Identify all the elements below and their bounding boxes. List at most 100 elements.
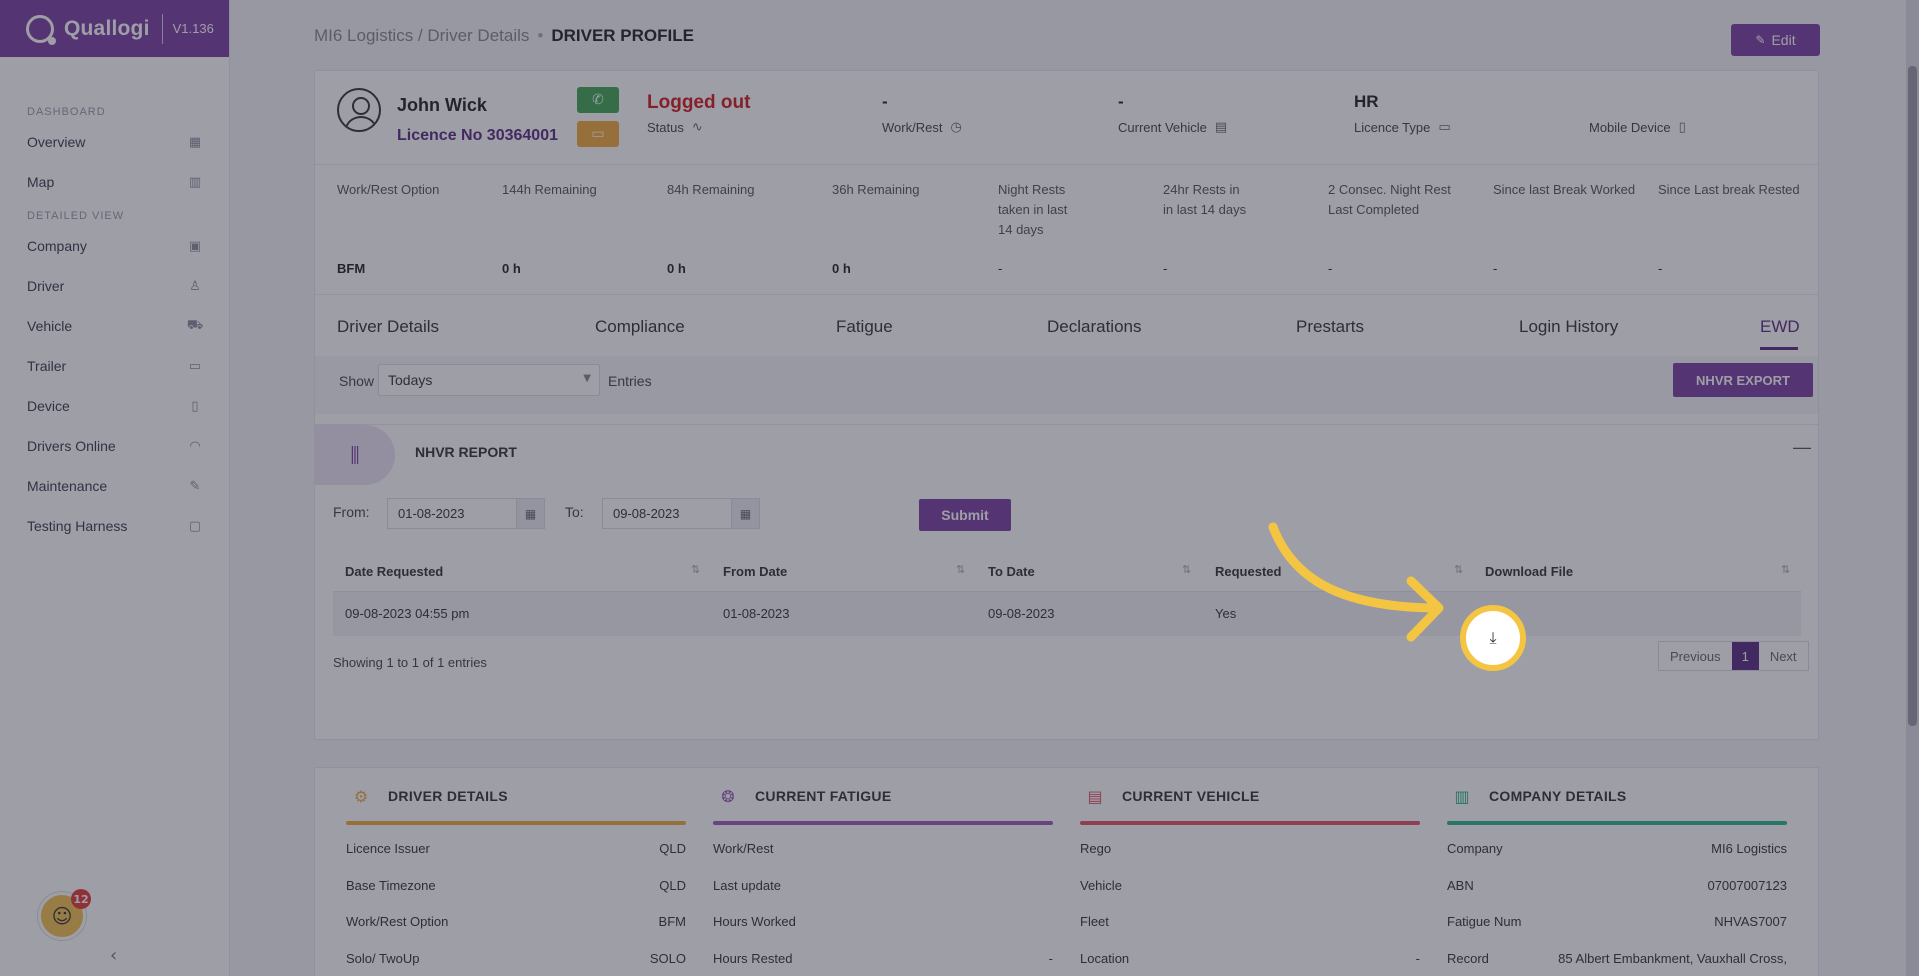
calendar-icon[interactable]: ▦ — [517, 498, 545, 529]
fatigue-value: - — [1163, 261, 1168, 276]
brain-icon: ❂ — [721, 786, 735, 806]
driver-avatar-icon: ⚙ — [353, 786, 369, 806]
col-to-date[interactable]: To Date — [988, 564, 1035, 579]
mobile-icon: ▯ — [1678, 120, 1686, 135]
panel-accent-line — [346, 821, 686, 825]
tab-driver-details[interactable]: Driver Details — [337, 317, 439, 337]
pagination-info: Showing 1 to 1 of 1 entries — [333, 655, 487, 670]
sidebar-item-vehicle[interactable]: Vehicle ⛟ — [0, 306, 229, 346]
clock-icon: ◷ — [950, 120, 962, 135]
wifi-icon: ◠ — [189, 438, 201, 454]
entries-select[interactable]: Todays ▼ — [378, 364, 600, 396]
list-item: Work/Rest Option BFM — [346, 914, 686, 929]
grid-icon: ▦ — [188, 134, 202, 150]
sidebar-item-device[interactable]: Device ▯ — [0, 386, 229, 426]
fatigue-value: 0 h — [832, 261, 851, 276]
quallogi-logo-icon — [26, 14, 56, 45]
show-label: Show — [339, 373, 375, 389]
notification-badge: 12 — [71, 889, 91, 909]
list-item: Hours Worked — [713, 914, 796, 929]
to-date-input[interactable]: 09-08-2023 — [602, 498, 732, 529]
guide-arrow-icon — [1268, 522, 1444, 642]
sort-icon[interactable]: ⇅ — [691, 563, 700, 576]
list-item: Vehicle — [1080, 878, 1122, 893]
sort-icon[interactable]: ⇅ — [1182, 563, 1191, 576]
pagination-page-1[interactable]: 1 — [1731, 642, 1759, 670]
col-from-date[interactable]: From Date — [723, 564, 787, 579]
list-item: Work/Rest — [713, 841, 774, 856]
fatigue-label: Work/Rest Option — [337, 182, 440, 197]
chevron-down-icon: ▼ — [583, 373, 591, 384]
sort-icon[interactable]: ⇅ — [956, 563, 965, 576]
list-item: Company MI6 Logistics — [1447, 841, 1787, 856]
monitor-icon: ▢ — [188, 518, 202, 534]
fatigue-value: 0 h — [667, 261, 686, 276]
tab-declarations[interactable]: Declarations — [1047, 317, 1142, 337]
section-detailed-view: DETAILED VIEW — [27, 210, 125, 222]
truck-icon: ⛟ — [186, 317, 204, 333]
workrest-label: Work/Rest ◷ — [882, 120, 962, 135]
brand-separator — [161, 13, 163, 44]
sidebar-item-testing-harness[interactable]: Testing Harness ▢ — [0, 506, 229, 546]
fatigue-value: - — [1328, 261, 1333, 276]
summary-panels: ⚙ DRIVER DETAILS Licence Issuer QLD Base T… — [314, 767, 1819, 976]
sort-icon[interactable]: ⇅ — [1781, 563, 1790, 576]
fatigue-label: 84h Remaining — [667, 182, 755, 197]
submit-button[interactable]: Submit — [919, 499, 1011, 531]
sidebar-item-overview[interactable]: Overview ▦ — [0, 122, 229, 162]
collapse-icon[interactable]: — — [1793, 437, 1811, 458]
message-button[interactable]: ▭ — [577, 121, 619, 147]
building-icon: ▥ — [1454, 786, 1470, 806]
pagination-previous[interactable]: Previous — [1659, 642, 1732, 670]
collapse-sidebar-icon[interactable]: ‹ — [110, 945, 117, 966]
chat-icon: ▭ — [591, 126, 605, 142]
calendar-icon[interactable]: ▦ — [732, 498, 760, 529]
divider — [315, 294, 1818, 295]
fatigue-label: Since last Break Worked — [1493, 182, 1636, 197]
col-download-file[interactable]: Download File — [1485, 564, 1573, 579]
call-button[interactable]: ✆ — [577, 87, 619, 113]
tab-ewd[interactable]: EWD — [1760, 317, 1800, 337]
sidebar-item-maintenance[interactable]: Maintenance ✎ — [0, 466, 229, 506]
download-icon: ⤓ — [1489, 628, 1497, 647]
assistant-bot-icon[interactable]: ☺ 12 — [38, 889, 91, 940]
sidebar-item-map[interactable]: Map ▥ — [0, 162, 229, 202]
cell-to-date: 09-08-2023 — [988, 606, 1055, 621]
tab-compliance[interactable]: Compliance — [595, 317, 685, 337]
licence-type-label: Licence Type ▭ — [1354, 120, 1451, 135]
col-date-requested[interactable]: Date Requested — [345, 564, 443, 579]
tab-login-history[interactable]: Login History — [1519, 317, 1618, 337]
vehicle-label: Current Vehicle ▤ — [1118, 120, 1228, 135]
breadcrumb: MI6 Logistics / Driver Details • DRIVER PR… — [314, 26, 694, 46]
list-item: Base Timezone QLD — [346, 878, 686, 893]
sidebar-item-driver[interactable]: Driver ♙ — [0, 266, 229, 306]
licence-type-value: HR — [1354, 92, 1379, 111]
pulse-icon: ∿ — [691, 120, 703, 135]
from-date-input[interactable]: 01-08-2023 — [387, 498, 517, 529]
section-dashboard: DASHBOARD — [27, 106, 106, 118]
pagination-next[interactable]: Next — [1758, 642, 1808, 670]
tab-prestarts[interactable]: Prestarts — [1296, 317, 1364, 337]
sidebar-item-company[interactable]: Company ▣ — [0, 226, 229, 266]
brand-header[interactable]: Quallogi V1.136 — [0, 0, 229, 57]
scrollbar-thumb[interactable] — [1908, 66, 1917, 726]
nhvr-export-button[interactable]: NHVR EXPORT — [1673, 363, 1813, 397]
tab-fatigue[interactable]: Fatigue — [836, 317, 893, 337]
driver-profile-card: John Wick Licence No 30364001 ✆ ▭ Logged… — [314, 70, 1819, 740]
fatigue-label: 36h Remaining — [832, 182, 920, 197]
list-item: Record 85 Albert Embankment, Vauxhall Cro… — [1447, 951, 1787, 966]
sidebar-item-drivers-online[interactable]: Drivers Online ◠ — [0, 426, 229, 466]
fatigue-label: 2 Consec. Night Rest Last Completed — [1328, 182, 1451, 217]
list-item: Location - — [1080, 951, 1420, 966]
status-label: Status ∿ — [647, 120, 703, 135]
breadcrumb-path[interactable]: MI6 Logistics / Driver Details — [314, 26, 529, 45]
fatigue-value: - — [998, 261, 1003, 276]
list-item: Last update — [713, 878, 781, 893]
sidebar-item-trailer[interactable]: Trailer ▭ — [0, 346, 229, 386]
bus-icon: ▤ — [1087, 786, 1103, 806]
pagination: Previous 1 Next — [1658, 641, 1809, 671]
edit-button[interactable]: ✎ Edit — [1731, 24, 1820, 56]
list-item: Rego — [1080, 841, 1112, 856]
cell-date-requested: 09-08-2023 04:55 pm — [345, 606, 470, 621]
fatigue-value: - — [1658, 261, 1663, 276]
